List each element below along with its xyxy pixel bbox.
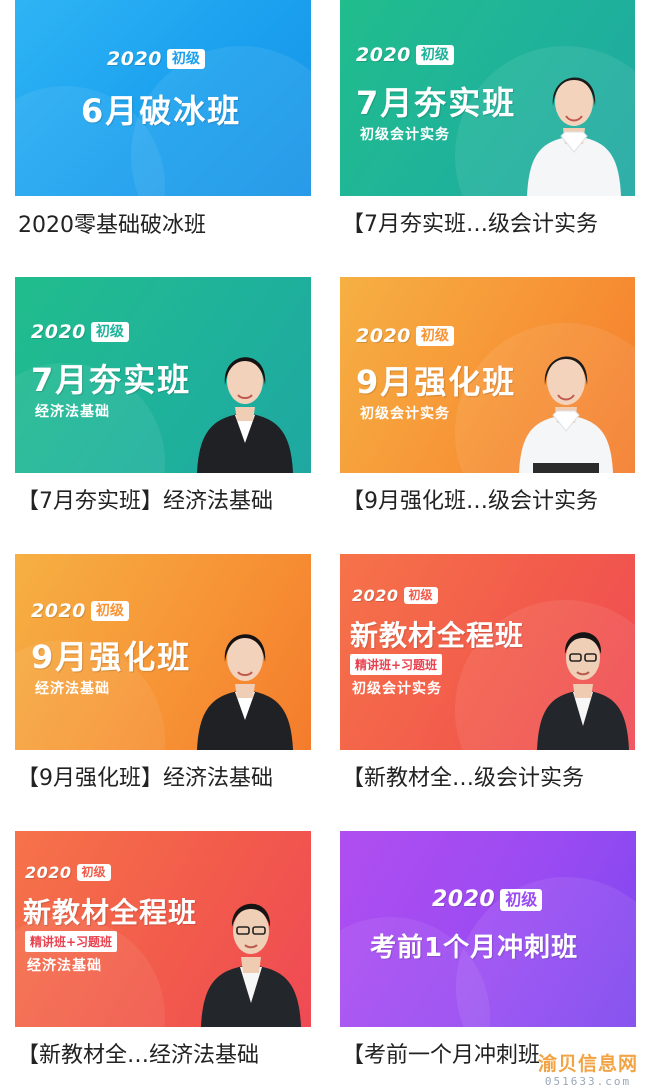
banner-title: 6月破冰班 bbox=[81, 92, 242, 130]
banner-level: 初级 bbox=[76, 864, 111, 881]
banner-subtitle: 经济法基础 bbox=[35, 404, 110, 420]
banner-title: 9月强化班 bbox=[356, 363, 517, 401]
course-banner[interactable]: 2020 初级 新教材全程班 精讲班+习题班 经济法基础 bbox=[15, 831, 311, 1027]
teacher-photo bbox=[537, 632, 629, 750]
banner-tag: 2020 初级 bbox=[107, 48, 205, 70]
course-grid: 2020 初级 6月破冰班 2020零基础破冰班 2020 初级 7月夯实班 初… bbox=[0, 0, 650, 1092]
banner-tag: 2020 初级 bbox=[25, 863, 111, 882]
banner-year: 2020 bbox=[432, 887, 496, 912]
banner-year: 2020 bbox=[25, 863, 72, 882]
course-card[interactable]: 2020 初级 新教材全程班 精讲班+习题班 初级会计实务 【新教材全…级会计实… bbox=[340, 554, 636, 830]
teacher-photo bbox=[197, 634, 293, 750]
course-title[interactable]: 【7月夯实班…级会计实务 bbox=[342, 210, 642, 240]
banner-subtitle: 初级会计实务 bbox=[360, 127, 450, 143]
course-banner[interactable]: 2020 初级 7月夯实班 经济法基础 bbox=[15, 277, 311, 473]
course-card[interactable]: 2020 初级 9月强化班 经济法基础 【9月强化班】经济法基础 bbox=[15, 554, 311, 830]
banner-level: 初级 bbox=[415, 326, 454, 346]
course-card[interactable]: 2020 初级 新教材全程班 精讲班+习题班 经济法基础 【新教材全…经济法基础 bbox=[15, 831, 311, 1092]
banner-level: 初级 bbox=[90, 601, 129, 621]
course-title[interactable]: 【新教材全…经济法基础 bbox=[17, 1041, 317, 1071]
banner-level: 初级 bbox=[403, 587, 438, 604]
banner-title: 新教材全程班 bbox=[350, 619, 525, 652]
course-banner[interactable]: 2020 初级 9月强化班 初级会计实务 bbox=[340, 277, 635, 473]
banner-year: 2020 bbox=[31, 321, 86, 343]
banner-year: 2020 bbox=[107, 48, 162, 70]
banner-subtitle: 经济法基础 bbox=[27, 958, 102, 974]
banner-tag: 2020 初级 bbox=[31, 321, 129, 343]
banner-subtitle: 经济法基础 bbox=[35, 681, 110, 697]
banner-title: 7月夯实班 bbox=[31, 361, 192, 399]
banner-level: 初级 bbox=[90, 322, 129, 342]
teacher-photo bbox=[197, 357, 293, 473]
course-title[interactable]: 2020零基础破冰班 bbox=[18, 211, 318, 241]
teacher-photo bbox=[527, 77, 621, 196]
course-banner[interactable]: 2020 初级 9月强化班 经济法基础 bbox=[15, 554, 311, 750]
banner-title: 考前1个月冲刺班 bbox=[370, 933, 579, 963]
course-card[interactable]: 2020 初级 考前1个月冲刺班 【考前一个月冲刺班 bbox=[340, 831, 636, 1092]
banner-year: 2020 bbox=[356, 44, 411, 66]
course-card[interactable]: 2020 初级 9月强化班 初级会计实务 【9月强化班…级会计实务 bbox=[340, 277, 636, 553]
teacher-photo bbox=[519, 356, 613, 473]
course-title[interactable]: 【新教材全…级会计实务 bbox=[342, 764, 642, 794]
banner-level: 初级 bbox=[415, 45, 454, 65]
banner-badge: 精讲班+习题班 bbox=[25, 931, 118, 952]
banner-level: 初级 bbox=[500, 888, 543, 911]
course-card[interactable]: 2020 初级 7月夯实班 初级会计实务 【7月夯实班…级会计实务 bbox=[340, 0, 636, 276]
course-banner[interactable]: 2020 初级 6月破冰班 bbox=[15, 0, 311, 196]
banner-title: 9月强化班 bbox=[31, 638, 192, 676]
course-card[interactable]: 2020 初级 7月夯实班 经济法基础 【7月夯实班】经济法基础 bbox=[15, 277, 311, 553]
banner-tag: 2020 初级 bbox=[356, 325, 454, 347]
course-title[interactable]: 【9月强化班…级会计实务 bbox=[342, 487, 642, 517]
course-card[interactable]: 2020 初级 6月破冰班 2020零基础破冰班 bbox=[15, 0, 311, 276]
course-title[interactable]: 【7月夯实班】经济法基础 bbox=[17, 487, 317, 517]
banner-subtitle: 初级会计实务 bbox=[352, 681, 442, 697]
banner-tag: 2020 初级 bbox=[432, 887, 543, 912]
banner-year: 2020 bbox=[356, 325, 411, 347]
teacher-photo bbox=[201, 903, 301, 1027]
banner-year: 2020 bbox=[31, 600, 86, 622]
banner-subtitle: 初级会计实务 bbox=[360, 406, 450, 422]
course-title[interactable]: 【考前一个月冲刺班 bbox=[342, 1041, 642, 1071]
banner-level: 初级 bbox=[166, 49, 205, 69]
course-title[interactable]: 【9月强化班】经济法基础 bbox=[17, 764, 317, 794]
banner-year: 2020 bbox=[352, 586, 399, 605]
banner-title: 7月夯实班 bbox=[356, 84, 517, 122]
course-banner[interactable]: 2020 初级 7月夯实班 初级会计实务 bbox=[340, 0, 635, 196]
course-banner[interactable]: 2020 初级 考前1个月冲刺班 bbox=[340, 831, 636, 1027]
banner-tag: 2020 初级 bbox=[352, 586, 438, 605]
banner-badge: 精讲班+习题班 bbox=[350, 654, 443, 675]
banner-title: 新教材全程班 bbox=[23, 896, 198, 929]
course-banner[interactable]: 2020 初级 新教材全程班 精讲班+习题班 初级会计实务 bbox=[340, 554, 635, 750]
banner-tag: 2020 初级 bbox=[31, 600, 129, 622]
banner-tag: 2020 初级 bbox=[356, 44, 454, 66]
